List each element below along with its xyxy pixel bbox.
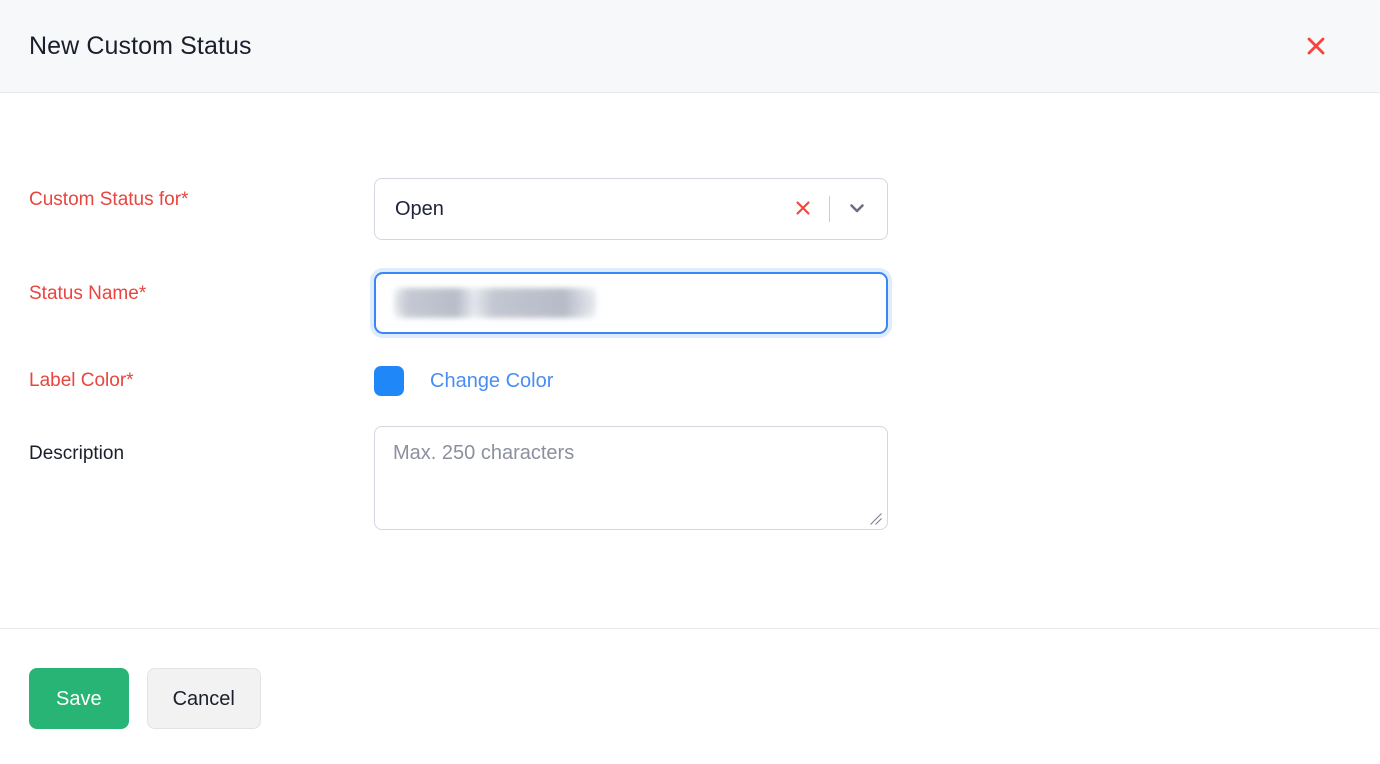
control-custom-status-for: Open <box>374 178 1380 240</box>
label-description: Description <box>29 426 374 463</box>
close-button[interactable] <box>1296 26 1336 66</box>
dialog-body: Custom Status for* Open <box>0 93 1380 628</box>
cancel-button[interactable]: Cancel <box>147 668 261 729</box>
close-x-icon <box>793 198 813 221</box>
custom-status-for-select[interactable]: Open <box>374 178 888 240</box>
select-divider <box>829 196 830 222</box>
label-label-color: Label Color* <box>29 365 374 390</box>
status-name-input[interactable] <box>374 272 888 334</box>
form-row-status-for: Custom Status for* Open <box>0 178 1380 240</box>
dropdown-toggle-button[interactable] <box>843 195 871 223</box>
close-x-icon <box>1304 34 1328 58</box>
change-color-link[interactable]: Change Color <box>430 371 553 391</box>
control-status-name <box>374 272 1380 334</box>
form-row-status-name: Status Name* <box>0 272 1380 334</box>
page-title: New Custom Status <box>29 34 252 59</box>
control-description: Max. 250 characters <box>374 426 1380 530</box>
form-row-label-color: Label Color* Change Color <box>0 365 1380 397</box>
label-custom-status-for: Custom Status for* <box>29 178 374 209</box>
label-status-name: Status Name* <box>29 272 374 303</box>
dialog-header: New Custom Status <box>0 0 1380 93</box>
control-label-color: Change Color <box>374 365 1380 397</box>
color-control: Change Color <box>374 365 1380 397</box>
form-row-description: Description Max. 250 characters <box>0 426 1380 530</box>
dialog-footer: Save Cancel <box>0 628 1380 764</box>
chevron-down-icon <box>847 198 867 221</box>
resize-grip-icon[interactable] <box>867 510 883 526</box>
status-name-redacted-value <box>394 288 596 318</box>
save-button[interactable]: Save <box>29 668 129 729</box>
clear-selection-button[interactable] <box>788 194 818 224</box>
label-color-swatch[interactable] <box>374 366 404 396</box>
new-custom-status-dialog: New Custom Status Custom Status for* Ope… <box>0 0 1380 764</box>
description-textarea[interactable]: Max. 250 characters <box>374 426 888 530</box>
custom-status-for-value: Open <box>395 199 788 219</box>
description-placeholder: Max. 250 characters <box>393 443 869 463</box>
